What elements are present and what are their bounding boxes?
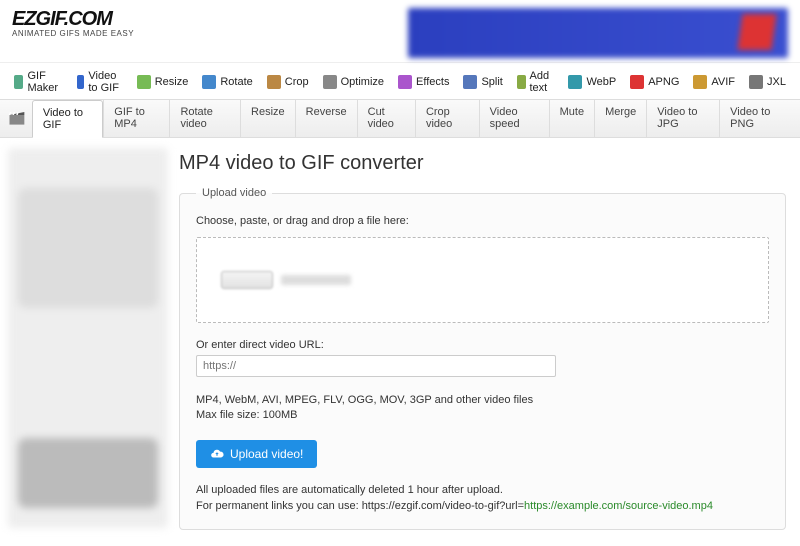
nav-icon	[463, 75, 477, 89]
nav-primary-item[interactable]: Add text	[511, 67, 561, 97]
nav-icon	[202, 75, 216, 89]
footnote-line1: All uploaded files are automatically del…	[196, 482, 769, 499]
file-dropzone[interactable]	[196, 237, 769, 323]
nav-secondary-tab[interactable]: Video speed	[479, 100, 549, 137]
nav-secondary-tab[interactable]: GIF to MP4	[103, 100, 169, 137]
nav-secondary-tab[interactable]: Merge	[594, 100, 646, 137]
nav-icon	[267, 75, 281, 89]
nav-secondary-tab[interactable]: Video to JPG	[646, 100, 719, 137]
url-label: Or enter direct video URL:	[196, 339, 769, 351]
layout: MP4 video to GIF converter Upload video …	[0, 138, 800, 546]
nav-primary-item[interactable]: Effects	[392, 67, 455, 97]
nav-primary-item[interactable]: Split	[457, 67, 508, 97]
nav-primary-item[interactable]: JXL	[743, 67, 792, 97]
sidebar	[0, 138, 175, 546]
nav-secondary-tab[interactable]: Cut video	[357, 100, 415, 137]
nav-label: APNG	[648, 76, 679, 88]
nav-primary-item[interactable]: Crop	[261, 67, 315, 97]
logo-tagline: ANIMATED GIFS MADE EASY	[12, 29, 134, 38]
page-title: MP4 video to GIF converter	[179, 152, 786, 175]
nav-primary: GIF Maker Video to GIF Resize Rotate Crop Opt…	[0, 62, 800, 99]
nav-secondary-tab[interactable]: Mute	[549, 100, 594, 137]
choose-file-button[interactable]	[221, 271, 273, 289]
nav-label: JXL	[767, 76, 786, 88]
footnote-line2: For permanent links you can use: https:/…	[196, 498, 769, 515]
nav-primary-item[interactable]: Optimize	[317, 67, 390, 97]
nav-label: GIF Maker	[27, 70, 62, 94]
nav-primary-item[interactable]: Video to GIF	[71, 67, 129, 97]
nav-primary-item[interactable]: WebP	[562, 67, 622, 97]
logo[interactable]: EZGIF.COM ANIMATED GIFS MADE EASY	[12, 8, 134, 38]
url-input[interactable]	[196, 355, 556, 377]
nav-label: Resize	[155, 76, 189, 88]
maxsize-line: Max file size: 100MB	[196, 408, 769, 423]
nav-icon	[137, 75, 151, 89]
nav-secondary-tab[interactable]: Rotate video	[169, 100, 240, 137]
nav-primary-item[interactable]: APNG	[624, 67, 685, 97]
nav-label: Rotate	[220, 76, 252, 88]
nav-icon	[517, 75, 526, 89]
nav-label: Crop	[285, 76, 309, 88]
nav-icon	[630, 75, 644, 89]
nav-primary-item[interactable]: Rotate	[196, 67, 258, 97]
clapperboard-icon	[8, 109, 26, 129]
nav-label: WebP	[586, 76, 616, 88]
nav-icon	[568, 75, 582, 89]
nav-primary-item[interactable]: GIF Maker	[8, 67, 69, 97]
nav-secondary-tab[interactable]: Reverse	[295, 100, 357, 137]
nav-label: Add text	[530, 70, 555, 94]
cloud-upload-icon	[210, 447, 224, 461]
sidebar-ad[interactable]	[8, 148, 168, 528]
nav-icon	[323, 75, 337, 89]
nav-icon	[77, 75, 85, 89]
upload-fieldset: Upload video Choose, paste, or drag and …	[179, 187, 786, 530]
formats-line: MP4, WebM, AVI, MPEG, FLV, OGG, MOV, 3GP…	[196, 393, 769, 408]
nav-label: AVIF	[711, 76, 735, 88]
logo-title: EZGIF.COM	[12, 8, 134, 31]
choose-label: Choose, paste, or drag and drop a file h…	[196, 215, 769, 227]
ad-banner[interactable]	[408, 8, 788, 58]
nav-icon	[693, 75, 707, 89]
nav-icon	[398, 75, 412, 89]
nav-label: Video to GIF	[88, 70, 122, 94]
nav-primary-item[interactable]: Resize	[131, 67, 195, 97]
fieldset-legend: Upload video	[196, 187, 272, 199]
nav-secondary: Video to GIFGIF to MP4Rotate videoResize…	[0, 99, 800, 138]
formats-info: MP4, WebM, AVI, MPEG, FLV, OGG, MOV, 3GP…	[196, 393, 769, 424]
example-url-link[interactable]: https://example.com/source-video.mp4	[524, 500, 713, 512]
upload-button-label: Upload video!	[230, 447, 303, 461]
nav-secondary-tab[interactable]: Video to GIF	[32, 100, 103, 138]
upload-button[interactable]: Upload video!	[196, 440, 317, 468]
nav-label: Optimize	[341, 76, 384, 88]
nav-secondary-tab[interactable]: Resize	[240, 100, 295, 137]
footnote: All uploaded files are automatically del…	[196, 482, 769, 515]
nav-label: Effects	[416, 76, 449, 88]
header: EZGIF.COM ANIMATED GIFS MADE EASY	[0, 0, 800, 62]
nav-icon	[749, 75, 763, 89]
nav-icon	[14, 75, 23, 89]
nav-label: Split	[481, 76, 502, 88]
nav-secondary-tab[interactable]: Video to PNG	[719, 100, 794, 137]
main: MP4 video to GIF converter Upload video …	[175, 138, 800, 546]
nav-primary-item[interactable]: AVIF	[687, 67, 741, 97]
chosen-file-name	[281, 275, 351, 285]
nav-secondary-tab[interactable]: Crop video	[415, 100, 479, 137]
